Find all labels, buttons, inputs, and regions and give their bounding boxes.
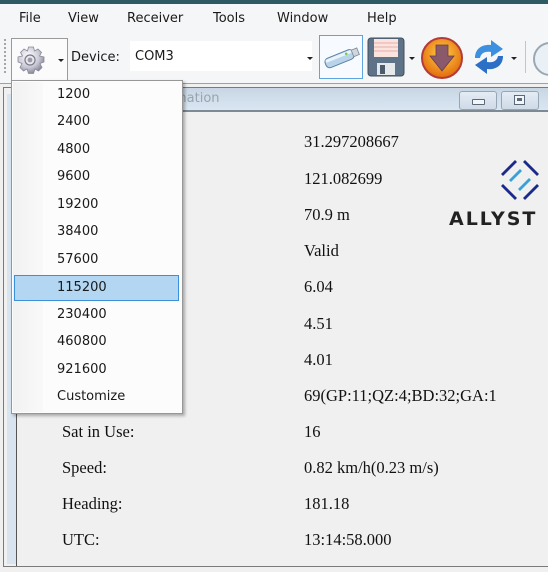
device-dropdown-arrow-icon[interactable] xyxy=(307,57,313,60)
option-label: 4800 xyxy=(57,142,91,157)
save-button[interactable] xyxy=(366,36,406,83)
option-label: 921600 xyxy=(57,362,107,377)
baudrate-option[interactable]: 921600 xyxy=(14,358,179,383)
option-label: 2400 xyxy=(57,114,91,129)
longitude-value: 121.082699 xyxy=(304,169,383,188)
baudrate-option[interactable]: 9600 xyxy=(14,165,179,190)
speed-label: Speed: xyxy=(62,458,107,477)
restore-icon xyxy=(514,95,525,105)
status-value: Valid xyxy=(304,241,339,260)
menu-file[interactable]: File xyxy=(19,11,41,26)
pdop-value: 6.04 xyxy=(304,277,333,296)
menu-bar: File View Receiver Tools Window Help xyxy=(0,4,548,33)
hdop-value: 4.51 xyxy=(304,314,333,333)
baudrate-option[interactable]: 19200 xyxy=(14,193,179,218)
sat-in-use-value: 16 xyxy=(304,422,321,441)
allystar-logo-text: ALLYST xyxy=(449,208,538,230)
baudrate-option[interactable]: 38400 xyxy=(14,220,179,245)
menu-view[interactable]: View xyxy=(68,11,99,26)
option-label: 115200 xyxy=(57,280,107,295)
baudrate-settings-button[interactable] xyxy=(11,38,68,81)
minimize-button[interactable] xyxy=(459,91,497,110)
option-label: 57600 xyxy=(57,252,99,267)
gear-icon xyxy=(17,46,45,74)
vdop-value: 4.01 xyxy=(304,350,333,369)
toolbar: Device: COM3 xyxy=(0,33,548,84)
toolbar-separator xyxy=(525,41,526,73)
floppy-disk-icon xyxy=(367,37,405,77)
device-label: Device: xyxy=(71,50,120,65)
utc-value: 13:14:58.000 xyxy=(304,530,392,549)
baudrate-option-selected[interactable]: 115200 xyxy=(14,275,179,301)
option-label: 38400 xyxy=(57,224,99,239)
baudrate-option[interactable]: 460800 xyxy=(14,330,179,355)
sat-in-use-label: Sat in Use: xyxy=(62,422,135,441)
device-select[interactable]: COM3 xyxy=(130,41,312,71)
option-label: 460800 xyxy=(57,334,107,349)
option-label: 9600 xyxy=(57,169,91,184)
baudrate-option[interactable]: 4800 xyxy=(14,138,179,163)
baudrate-option-customize[interactable]: Customize xyxy=(14,385,179,410)
refresh-button[interactable] xyxy=(471,38,507,81)
baudrate-dropdown-menu: 1200 2400 4800 9600 19200 38400 57600 11… xyxy=(11,80,183,414)
menu-help[interactable]: Help xyxy=(367,11,397,26)
restore-button[interactable] xyxy=(501,91,539,110)
usb-connect-button[interactable] xyxy=(319,35,363,79)
utc-label: UTC: xyxy=(62,530,100,549)
baudrate-option[interactable]: 1200 xyxy=(14,83,179,108)
stopwatch-icon xyxy=(533,42,548,76)
baudrate-option[interactable]: 2400 xyxy=(14,110,179,135)
sat-in-view-value: 69(GP:11;QZ:4;BD:32;GA:1 xyxy=(304,386,497,405)
option-label: 230400 xyxy=(57,307,107,322)
menu-window[interactable]: Window xyxy=(277,11,328,26)
speed-value: 0.82 km/h(0.23 m/s) xyxy=(304,458,439,477)
baudrate-option[interactable]: 57600 xyxy=(14,248,179,273)
baudrate-option[interactable]: 230400 xyxy=(14,303,179,328)
device-value: COM3 xyxy=(135,49,174,64)
refresh-arrows-icon xyxy=(475,40,503,74)
usb-drive-icon xyxy=(324,47,360,69)
chevron-down-icon xyxy=(58,59,64,62)
heading-label: Heading: xyxy=(62,494,123,513)
toolbar-grip[interactable] xyxy=(4,39,6,73)
timer-button[interactable] xyxy=(531,41,548,82)
option-label: Customize xyxy=(57,389,126,404)
option-label: 19200 xyxy=(57,197,99,212)
download-button[interactable] xyxy=(420,36,464,85)
menu-receiver[interactable]: Receiver xyxy=(127,11,183,26)
heading-value: 181.18 xyxy=(304,494,350,513)
refresh-dropdown-arrow-icon[interactable] xyxy=(511,57,517,60)
latitude-value: 31.297208667 xyxy=(304,132,399,151)
save-dropdown-arrow-icon[interactable] xyxy=(409,57,415,60)
option-label: 1200 xyxy=(57,87,91,102)
altitude-value: 70.9 m xyxy=(304,205,350,224)
menu-tools[interactable]: Tools xyxy=(213,11,245,26)
minimize-icon xyxy=(472,99,485,105)
allystar-logo-icon xyxy=(501,160,539,200)
download-arrow-icon xyxy=(421,37,463,79)
